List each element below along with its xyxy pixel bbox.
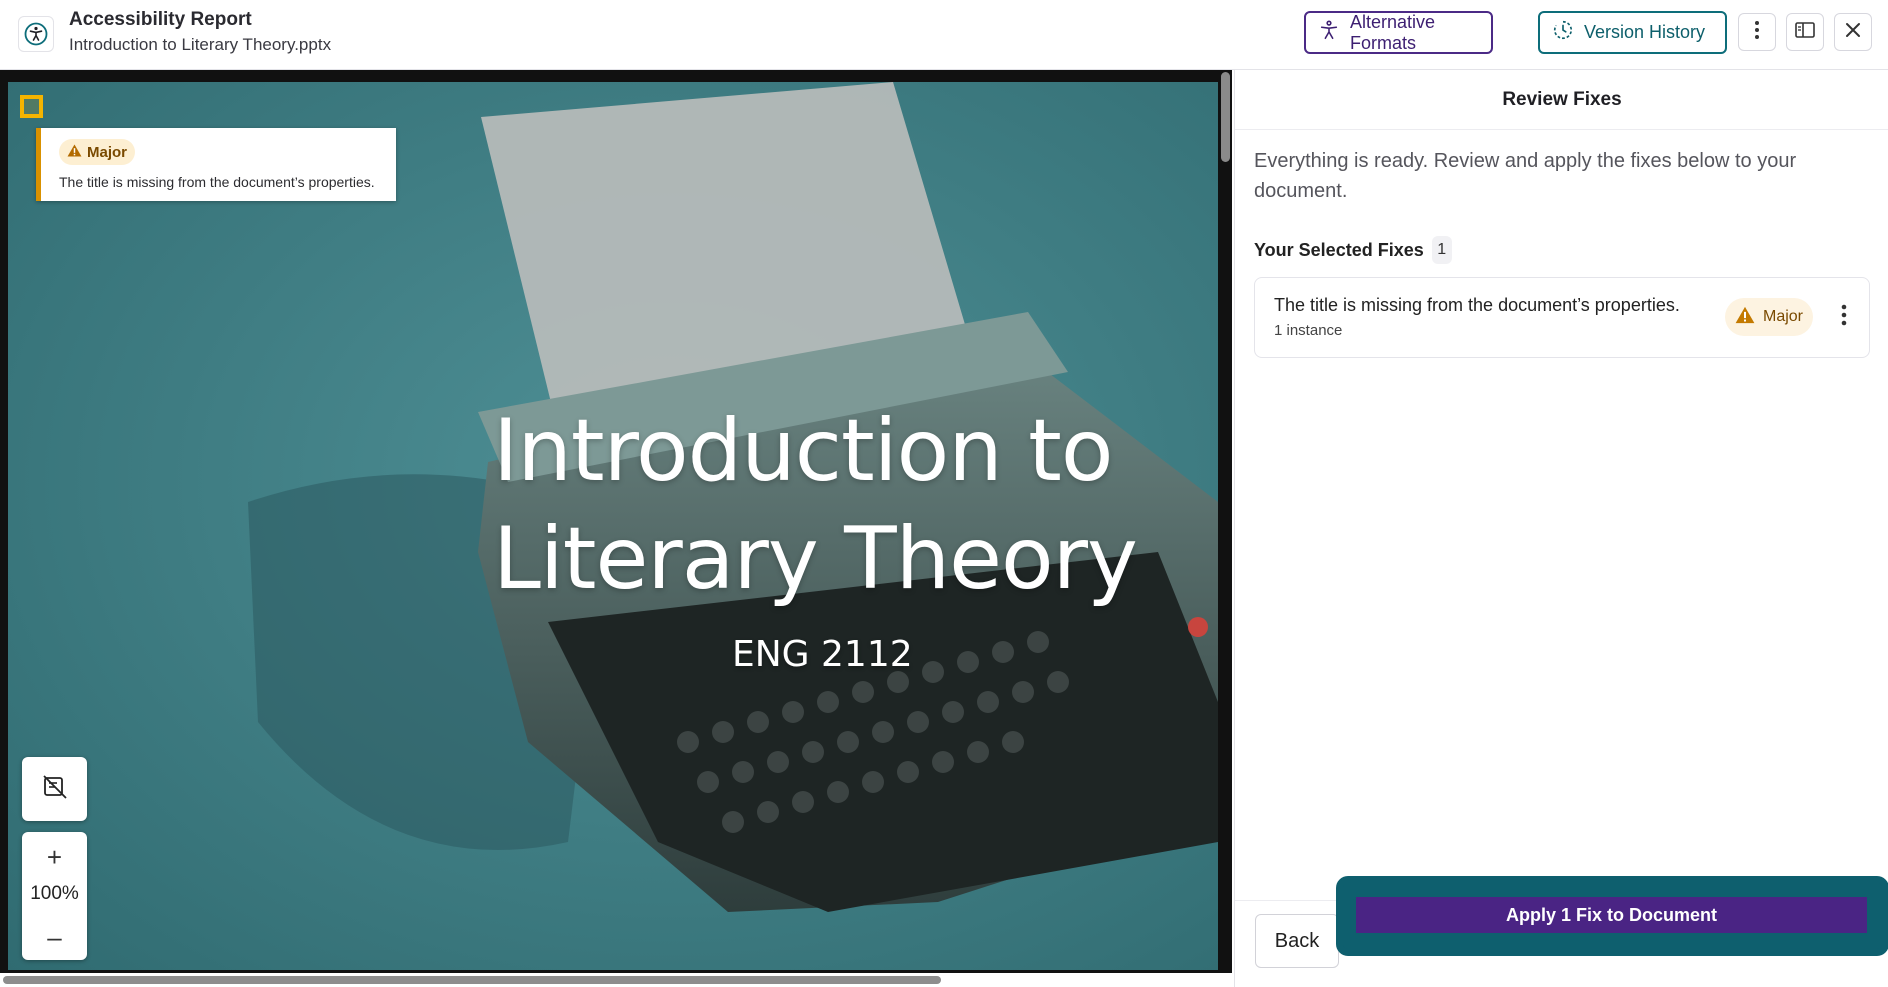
slide-title-line-1: Introduction to bbox=[493, 401, 1113, 501]
fix-instance-count: 1 instance bbox=[1274, 322, 1343, 339]
issue-tooltip-card[interactable]: Major The title is missing from the docu… bbox=[36, 128, 396, 201]
selected-fixes-heading: Your Selected Fixes 1 bbox=[1254, 236, 1452, 264]
alternative-formats-label: Alternative Formats bbox=[1350, 11, 1436, 53]
more-vertical-icon bbox=[1841, 304, 1847, 331]
more-options-button[interactable] bbox=[1738, 13, 1776, 51]
fix-list-item[interactable]: The title is missing from the document’s… bbox=[1254, 277, 1870, 358]
close-icon bbox=[1845, 22, 1861, 43]
fix-severity-label: Major bbox=[1763, 308, 1804, 325]
slide-title: Introduction to Literary Theory bbox=[493, 397, 1153, 613]
history-icon bbox=[1552, 19, 1574, 46]
zoom-in-button[interactable]: + bbox=[22, 840, 87, 874]
report-title: Accessibility Report bbox=[69, 9, 252, 30]
split-view-icon bbox=[1795, 21, 1815, 43]
close-button[interactable] bbox=[1834, 13, 1872, 51]
zoom-out-button[interactable]: – bbox=[22, 920, 87, 954]
back-button[interactable]: Back bbox=[1255, 914, 1339, 968]
more-vertical-icon bbox=[1754, 20, 1760, 45]
accessibility-person-icon bbox=[1318, 19, 1340, 46]
toggle-panel-button[interactable] bbox=[1786, 13, 1824, 51]
vertical-scrollbar[interactable] bbox=[1218, 70, 1232, 973]
fix-title: The title is missing from the document’s… bbox=[1274, 295, 1680, 315]
panel-title: Review Fixes bbox=[1235, 70, 1888, 130]
warning-icon bbox=[1735, 306, 1755, 329]
fix-options-button[interactable] bbox=[1831, 298, 1857, 336]
vertical-scroll-thumb[interactable] bbox=[1221, 72, 1230, 162]
issue-marker[interactable] bbox=[20, 95, 43, 118]
issue-description: The title is missing from the document’s… bbox=[59, 174, 375, 190]
zoom-level: 100% bbox=[30, 883, 79, 904]
apply-fixes-button[interactable]: Apply 1 Fix to Document bbox=[1356, 897, 1867, 933]
version-history-button[interactable]: Version History bbox=[1538, 11, 1727, 54]
alternative-formats-button[interactable]: Alternative Formats bbox=[1304, 11, 1493, 54]
slide-title-line-2: Literary Theory bbox=[493, 509, 1138, 609]
accessibility-logo-icon bbox=[18, 16, 54, 52]
zoom-controls: + 100% – bbox=[22, 832, 87, 960]
version-history-label: Version History bbox=[1584, 22, 1706, 42]
selected-fixes-count: 1 bbox=[1431, 236, 1452, 264]
document-filename: Introduction to Literary Theory.pptx bbox=[69, 35, 332, 54]
fix-severity-badge: Major bbox=[1725, 298, 1814, 336]
review-fixes-panel: Review Fixes Everything is ready. Review… bbox=[1234, 70, 1888, 987]
document-viewer[interactable]: Introduction to Literary Theory ENG 2112… bbox=[0, 70, 1232, 987]
slide-canvas: Introduction to Literary Theory ENG 2112 bbox=[8, 82, 1218, 970]
hide-overlay-icon bbox=[41, 773, 69, 806]
slide-subtitle: ENG 2112 bbox=[732, 634, 913, 675]
panel-description: Everything is ready. Review and apply th… bbox=[1254, 150, 1797, 202]
panel-footer: Back Apply 1 Fix to Document bbox=[1235, 876, 1888, 987]
selected-fixes-label: Your Selected Fixes bbox=[1254, 239, 1424, 260]
apply-focus-ring: Apply 1 Fix to Document bbox=[1336, 876, 1888, 956]
horizontal-scroll-thumb[interactable] bbox=[3, 976, 941, 984]
severity-badge: Major bbox=[59, 139, 136, 165]
hide-issues-button[interactable] bbox=[22, 757, 87, 821]
app-header: Accessibility Report Introduction to Lit… bbox=[0, 0, 1888, 70]
warning-icon bbox=[67, 143, 82, 161]
severity-label: Major bbox=[87, 143, 128, 161]
